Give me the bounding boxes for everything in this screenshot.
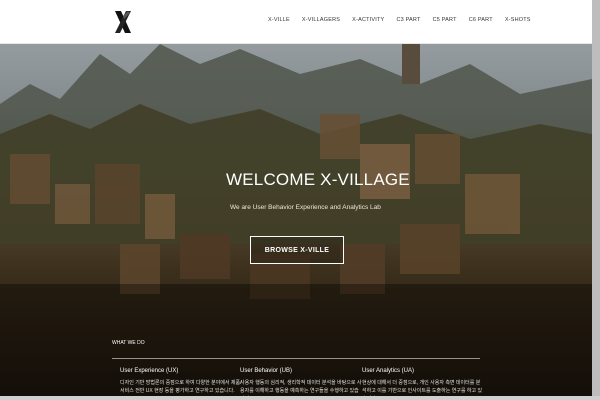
section-label: WHAT WE DO bbox=[112, 340, 145, 346]
feature-ub: User Behavior (UB) 사용자 행동의 심리적, 생리학적 데이터… bbox=[240, 368, 362, 396]
x-village-logo[interactable] bbox=[112, 10, 134, 34]
hero-section: WELCOME X-VILLAGE We are User Behavior E… bbox=[0, 44, 592, 396]
window-bottom-edge bbox=[0, 396, 600, 400]
nav-item-c5-part[interactable]: C5 PART bbox=[433, 17, 457, 23]
hero-background-image bbox=[0, 44, 592, 396]
nav-item-c6-part[interactable]: C6 PART bbox=[469, 17, 493, 23]
feature-text: 디자인 기반 방법론의 중점으로 하여 다양한 분야에서 제품/서비스 전반 U… bbox=[120, 380, 242, 394]
feature-text: 현상에 대해서 더 중점으로, 개인 사용자 측면 데이터를 분석하고 이를 기… bbox=[362, 380, 483, 396]
feature-title: User Analytics (UA) bbox=[362, 368, 415, 374]
top-navbar: X-VILLE X-VILLAGERS X-ACTIVITY C3 PART C… bbox=[0, 0, 592, 44]
browse-x-ville-button[interactable]: BROWSE X-VILLE bbox=[250, 236, 344, 264]
feature-text: 사용자 행동의 심리적, 생리학적 데이터 분석을 바탕으로 사용자를 이해하고… bbox=[240, 380, 362, 396]
nav-item-x-ville[interactable]: X-VILLE bbox=[268, 17, 290, 23]
nav-menu: X-VILLE X-VILLAGERS X-ACTIVITY C3 PART C… bbox=[268, 17, 531, 23]
hero-subtitle: We are User Behavior Experience and Anal… bbox=[230, 204, 381, 211]
feature-ux: User Experience (UX) 디자인 기반 방법론의 중점으로 하여… bbox=[120, 368, 242, 396]
nav-item-c3-part[interactable]: C3 PART bbox=[396, 17, 420, 23]
feature-title: User Behavior (UB) bbox=[240, 368, 293, 374]
nav-item-x-villagers[interactable]: X-VILLAGERS bbox=[302, 17, 340, 23]
feature-ua: User Analytics (UA) 현상에 대해서 더 중점으로, 개인 사… bbox=[362, 368, 484, 396]
browser-scrollbar[interactable] bbox=[592, 0, 600, 400]
nav-item-x-shots[interactable]: X-SHOTS bbox=[505, 17, 531, 23]
section-divider bbox=[112, 358, 480, 359]
feature-title: User Experience (UX) bbox=[120, 368, 179, 374]
hero-title: WELCOME X-VILLAGE bbox=[226, 170, 410, 189]
nav-item-x-activity[interactable]: X-ACTIVITY bbox=[352, 17, 384, 23]
